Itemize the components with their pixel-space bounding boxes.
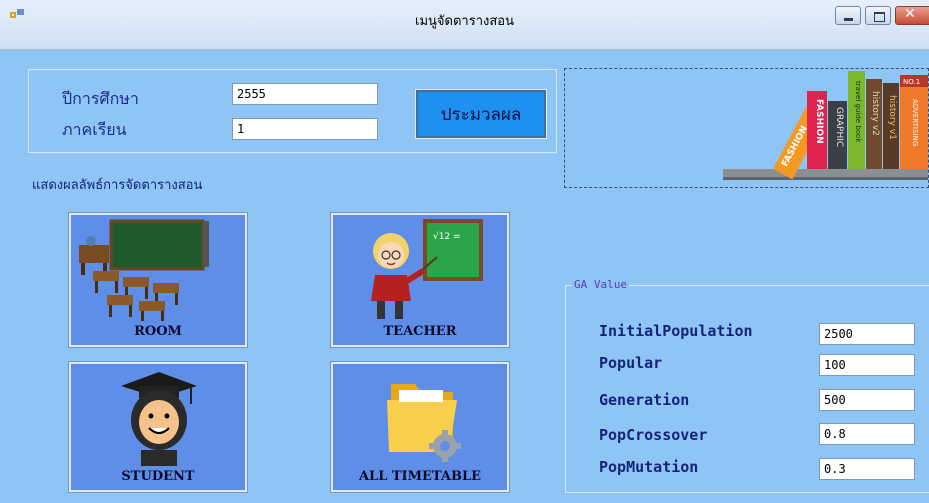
popular-input[interactable]: 100 [819,354,915,376]
window-title: เมนูจัดตารางสอน [415,14,514,29]
book-title-7: ADVERTISING [911,99,919,146]
generation-input[interactable]: 500 [819,389,915,411]
classroom-icon [79,219,209,321]
student-graduate-icon [121,372,197,466]
room-button[interactable]: ROOM [68,212,248,348]
title-bar[interactable]: เมนูจัดตารางสอน ✕ [0,0,929,50]
process-button[interactable]: ประมวลผล [415,89,547,139]
teacher-button[interactable]: √12 = TEACHER [330,212,510,348]
results-label: แสดงผลลัพธ์การจัดตารางสอน [32,178,203,193]
student-button-label: STUDENT [121,469,195,484]
initial-population-input[interactable]: 2500 [819,323,915,345]
all-timetable-button-label: ALL TIMETABLE [358,469,482,484]
chalkboard-text: √12 = [433,231,461,242]
initial-population-label: InitialPopulation [599,322,753,340]
bookshelf-icon: FASHION FASHION GRAPHIC travel guide boo… [723,71,928,180]
book-title-4: travel guide book [854,81,862,143]
all-timetable-button[interactable]: ALL TIMETABLE [330,361,510,493]
book-title-5: history v2 [870,91,880,136]
pop-mutation-label: PopMutation [599,458,699,476]
room-button-label: ROOM [134,324,182,339]
year-label: ปีการศึกษา [62,89,139,108]
pop-crossover-label: PopCrossover [599,426,708,444]
main-window-client: ปีการศึกษา 2555 ภาคเรียน 1 ประมวลผล FASH… [0,50,929,503]
minimize-button[interactable] [835,6,861,25]
term-input[interactable]: 1 [232,118,378,140]
books-banner: FASHION FASHION GRAPHIC travel guide boo… [564,68,929,188]
teacher-icon: √12 = [371,219,483,319]
book-title-6: history v1 [887,95,897,140]
ga-legend: GA Value [572,278,629,291]
folder-gear-icon [387,384,461,462]
book-badge: NO.1 [903,78,920,86]
maximize-button[interactable] [865,6,891,25]
teacher-button-label: TEACHER [383,324,457,339]
generation-label: Generation [599,391,690,409]
close-icon: ✕ [904,6,916,22]
pop-crossover-input[interactable]: 0.8 [819,423,915,445]
popular-label: Popular [599,354,663,372]
term-label: ภาคเรียน [62,120,127,139]
year-input[interactable]: 2555 [232,83,378,105]
close-button[interactable]: ✕ [895,6,929,25]
ga-value-group: GA Value InitialPopulation 2500 Popular … [565,278,929,493]
book-title-3: GRAPHIC [834,107,844,147]
book-title-2: FASHION [814,99,824,144]
student-button[interactable]: STUDENT [68,361,248,493]
pop-mutation-input[interactable]: 0.3 [819,458,915,480]
